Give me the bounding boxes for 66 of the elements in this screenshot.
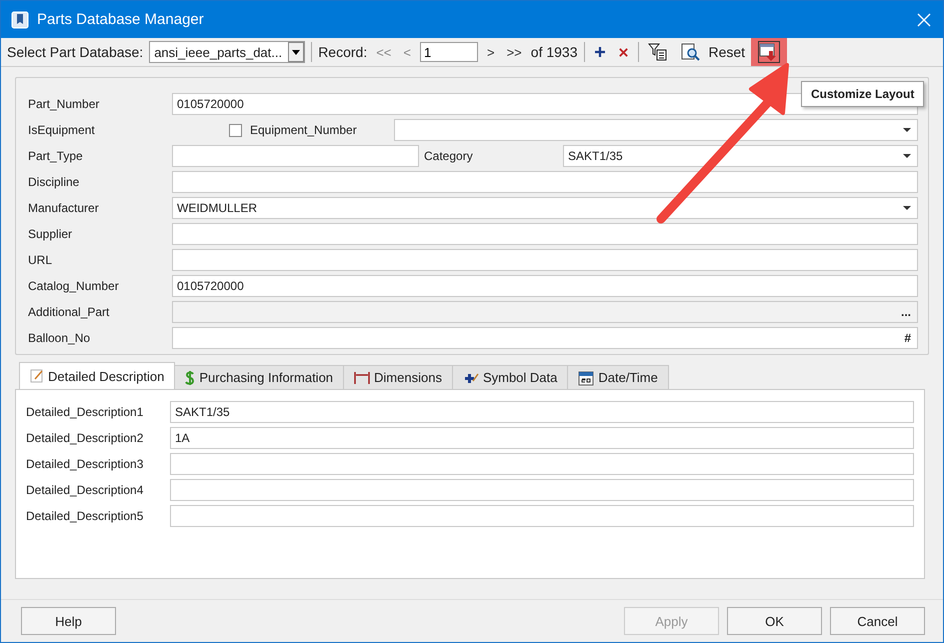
text-field[interactable]: 0105720000 <box>172 275 918 297</box>
dialog-button[interactable]: Cancel <box>830 607 925 635</box>
add-icon[interactable] <box>594 46 606 58</box>
next-record-button[interactable]: > <box>484 44 498 60</box>
text-field[interactable] <box>170 479 914 501</box>
text-field[interactable]: 1A <box>170 427 914 449</box>
field-label: Part_Number <box>28 97 100 111</box>
dialog-button[interactable]: Help <box>21 607 116 635</box>
text-field[interactable] <box>172 223 918 245</box>
tooltip: Customize Layout <box>801 81 924 107</box>
text-field[interactable]: # <box>172 327 918 349</box>
record-count: of 1933 <box>530 44 578 60</box>
tab[interactable]: Symbol Data <box>452 365 568 389</box>
field-label: Manufacturer <box>28 201 100 215</box>
dollar-icon <box>185 370 196 386</box>
field-button[interactable]: # <box>902 331 913 345</box>
database-label: Select Part Database: <box>7 44 144 60</box>
field-label: Detailed_Description5 <box>26 509 144 523</box>
record-label: Record: <box>318 44 368 60</box>
field-label: URL <box>28 253 54 267</box>
window-title: Parts Database Manager <box>37 11 205 28</box>
text-field[interactable] <box>172 249 918 271</box>
field-label: Category <box>423 149 474 163</box>
field-label: Catalog_Number <box>28 279 120 293</box>
customize-layout-button[interactable] <box>751 38 788 66</box>
record-input[interactable]: 1 <box>420 42 478 62</box>
field-label: Detailed_Description2 <box>26 431 144 445</box>
field-label: Balloon_No <box>28 331 92 345</box>
last-record-button[interactable]: >> <box>504 44 525 60</box>
combo-box[interactable]: SAKT1/35 <box>563 145 918 167</box>
field-label: Supplier <box>28 227 74 241</box>
text-field[interactable] <box>170 453 914 475</box>
field-label: Additional_Part <box>28 305 110 319</box>
checkbox[interactable] <box>229 124 242 136</box>
field-label: Detailed_Description1 <box>26 405 144 419</box>
delete-icon[interactable] <box>618 46 628 58</box>
close-icon[interactable] <box>917 12 931 26</box>
combo-box[interactable]: WEIDMULLER <box>172 197 918 219</box>
app-icon <box>11 10 29 28</box>
tab[interactable]: Date/Time <box>567 365 669 389</box>
field-label: Detailed_Description4 <box>26 483 144 497</box>
note-icon <box>30 369 44 383</box>
text-field[interactable] <box>170 505 914 527</box>
tab[interactable]: Dimensions <box>343 365 453 389</box>
field-label: IsEquipment <box>28 123 96 137</box>
calendar-icon <box>578 370 594 386</box>
dimension-icon <box>354 370 370 384</box>
text-field[interactable]: ... <box>172 301 918 323</box>
dialog-button[interactable]: OK <box>727 607 822 635</box>
database-dropdown[interactable]: ansi_ieee_parts_dat... <box>149 41 306 63</box>
text-field[interactable] <box>172 145 419 167</box>
symbol-icon <box>462 370 479 384</box>
text-field[interactable]: SAKT1/35 <box>170 401 914 423</box>
dropdown-caret-icon[interactable] <box>288 42 304 62</box>
field-label: Part_Type <box>28 149 84 163</box>
filter-table-icon[interactable] <box>648 42 668 62</box>
combo-box[interactable] <box>394 119 918 141</box>
text-field[interactable] <box>172 171 918 193</box>
field-label: Discipline <box>28 175 80 189</box>
field-label: Detailed_Description3 <box>26 457 144 471</box>
tab[interactable]: Purchasing Information <box>174 365 344 389</box>
field-label: Equipment_Number <box>250 123 358 137</box>
search-icon[interactable] <box>680 42 700 62</box>
reset-button[interactable]: Reset <box>708 44 746 60</box>
field-button[interactable]: ... <box>898 305 913 319</box>
tab[interactable]: Detailed Description <box>19 362 176 389</box>
